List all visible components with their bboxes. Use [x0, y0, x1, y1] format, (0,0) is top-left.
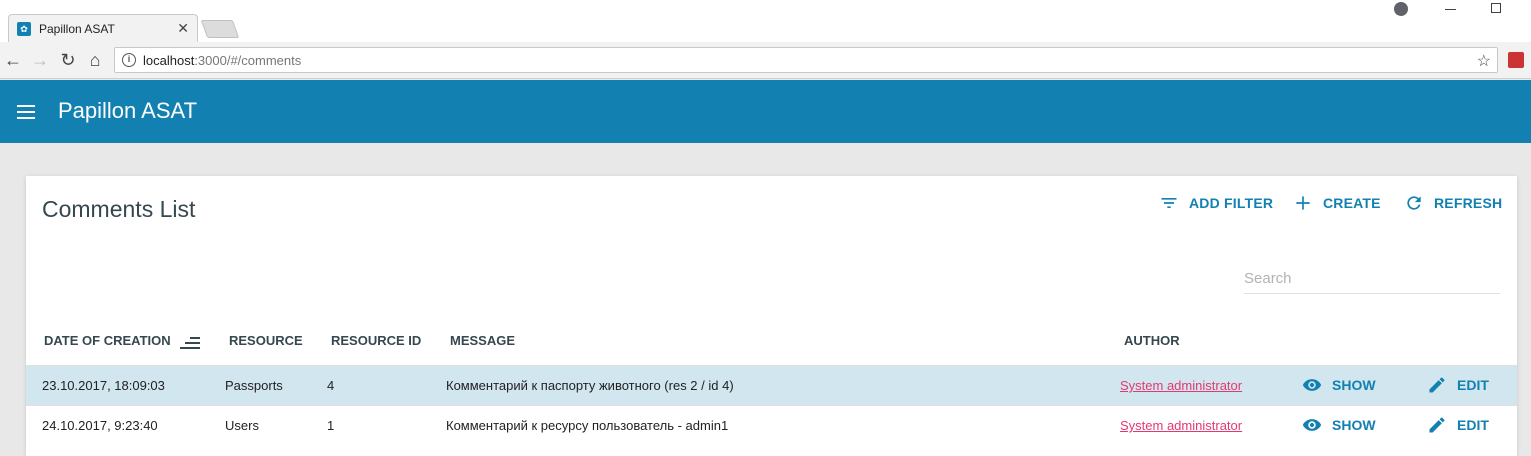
column-header-resource[interactable]: RESOURCE: [229, 333, 303, 348]
browser-tab[interactable]: ✿ Papillon ASAT ✕: [8, 14, 198, 42]
info-icon[interactable]: i: [122, 53, 136, 67]
author-link[interactable]: System administrator: [1120, 418, 1242, 433]
create-label: CREATE: [1323, 195, 1381, 211]
url-text[interactable]: localhost:3000/#/comments: [143, 53, 301, 68]
url-host: localhost: [143, 53, 195, 68]
refresh-button[interactable]: REFRESH: [1404, 193, 1502, 213]
search-field: [1244, 264, 1500, 294]
column-header-message[interactable]: MESSAGE: [450, 333, 515, 348]
cell-resource: Passports: [225, 378, 283, 393]
cell-date: 23.10.2017, 18:09:03: [42, 378, 165, 393]
maximize-icon[interactable]: [1491, 3, 1501, 13]
add-filter-button[interactable]: ADD FILTER: [1159, 193, 1273, 213]
account-icon[interactable]: [1394, 2, 1408, 16]
show-button[interactable]: SHOW: [1301, 375, 1376, 395]
edit-button[interactable]: EDIT: [1426, 375, 1489, 395]
hamburger-menu-icon[interactable]: [17, 105, 35, 119]
new-tab-button[interactable]: [200, 20, 240, 38]
edit-label: EDIT: [1457, 377, 1489, 393]
pencil-icon: [1429, 417, 1445, 433]
add-filter-label: ADD FILTER: [1189, 195, 1274, 211]
table-row[interactable]: 23.10.2017, 18:09:03 Passports 4 Коммент…: [26, 365, 1517, 405]
browser-tabstrip: ✿ Papillon ASAT ✕: [0, 0, 1531, 42]
show-label: SHOW: [1332, 417, 1376, 433]
minimize-icon[interactable]: [1445, 9, 1456, 10]
sort-descending-icon[interactable]: [180, 337, 200, 349]
edit-button[interactable]: EDIT: [1426, 415, 1489, 435]
table-row[interactable]: 24.10.2017, 9:23:40 Users 1 Комментарий …: [26, 405, 1517, 445]
bookmark-star-icon[interactable]: ☆: [1477, 51, 1491, 71]
app-title: Papillon ASAT: [58, 98, 198, 123]
filter-icon: [1161, 198, 1177, 208]
cell-date: 24.10.2017, 9:23:40: [42, 418, 158, 433]
column-header-author[interactable]: AUTHOR: [1124, 333, 1180, 348]
edit-label: EDIT: [1457, 417, 1489, 433]
plus-icon: [1296, 196, 1310, 210]
show-label: SHOW: [1332, 377, 1376, 393]
home-icon[interactable]: ⌂: [85, 50, 105, 70]
comments-list-card: Comments List ADD FILTER CREATE REFRESH …: [26, 176, 1517, 456]
forward-icon[interactable]: →: [30, 50, 50, 70]
browser-toolbar: ← → ↻ ⌂ i localhost:3000/#/comments ☆: [0, 42, 1531, 79]
show-button[interactable]: SHOW: [1301, 415, 1376, 435]
app-bar: Papillon ASAT: [0, 80, 1531, 143]
refresh-icon: [1407, 196, 1421, 210]
extension-icon[interactable]: [1508, 52, 1524, 68]
address-bar[interactable]: i localhost:3000/#/comments ☆: [114, 47, 1498, 73]
reload-icon[interactable]: ↻: [58, 50, 78, 70]
create-button[interactable]: CREATE: [1293, 193, 1381, 213]
back-icon[interactable]: ←: [3, 50, 23, 70]
pencil-icon: [1429, 377, 1445, 393]
author-link[interactable]: System administrator: [1120, 378, 1242, 393]
close-tab-icon[interactable]: ✕: [177, 20, 189, 37]
tab-title: Papillon ASAT: [39, 22, 115, 36]
eye-icon: [1302, 419, 1322, 431]
column-header-resource-id[interactable]: RESOURCE ID: [331, 333, 421, 348]
cell-resource: Users: [225, 418, 259, 433]
cell-resource-id: 4: [327, 378, 335, 393]
page-title: Comments List: [42, 196, 196, 222]
paw-icon: ✿: [17, 22, 31, 36]
eye-icon: [1302, 379, 1322, 391]
url-path: :3000/#/comments: [194, 53, 302, 68]
refresh-label: REFRESH: [1434, 195, 1503, 211]
cell-resource-id: 1: [327, 418, 335, 433]
cell-message: Комментарий к ресурсу пользователь - adm…: [446, 418, 729, 433]
search-input[interactable]: [1244, 264, 1500, 292]
column-header-date[interactable]: DATE OF CREATION: [44, 333, 171, 348]
cell-message: Комментарий к паспорту животного (res 2 …: [446, 378, 734, 393]
